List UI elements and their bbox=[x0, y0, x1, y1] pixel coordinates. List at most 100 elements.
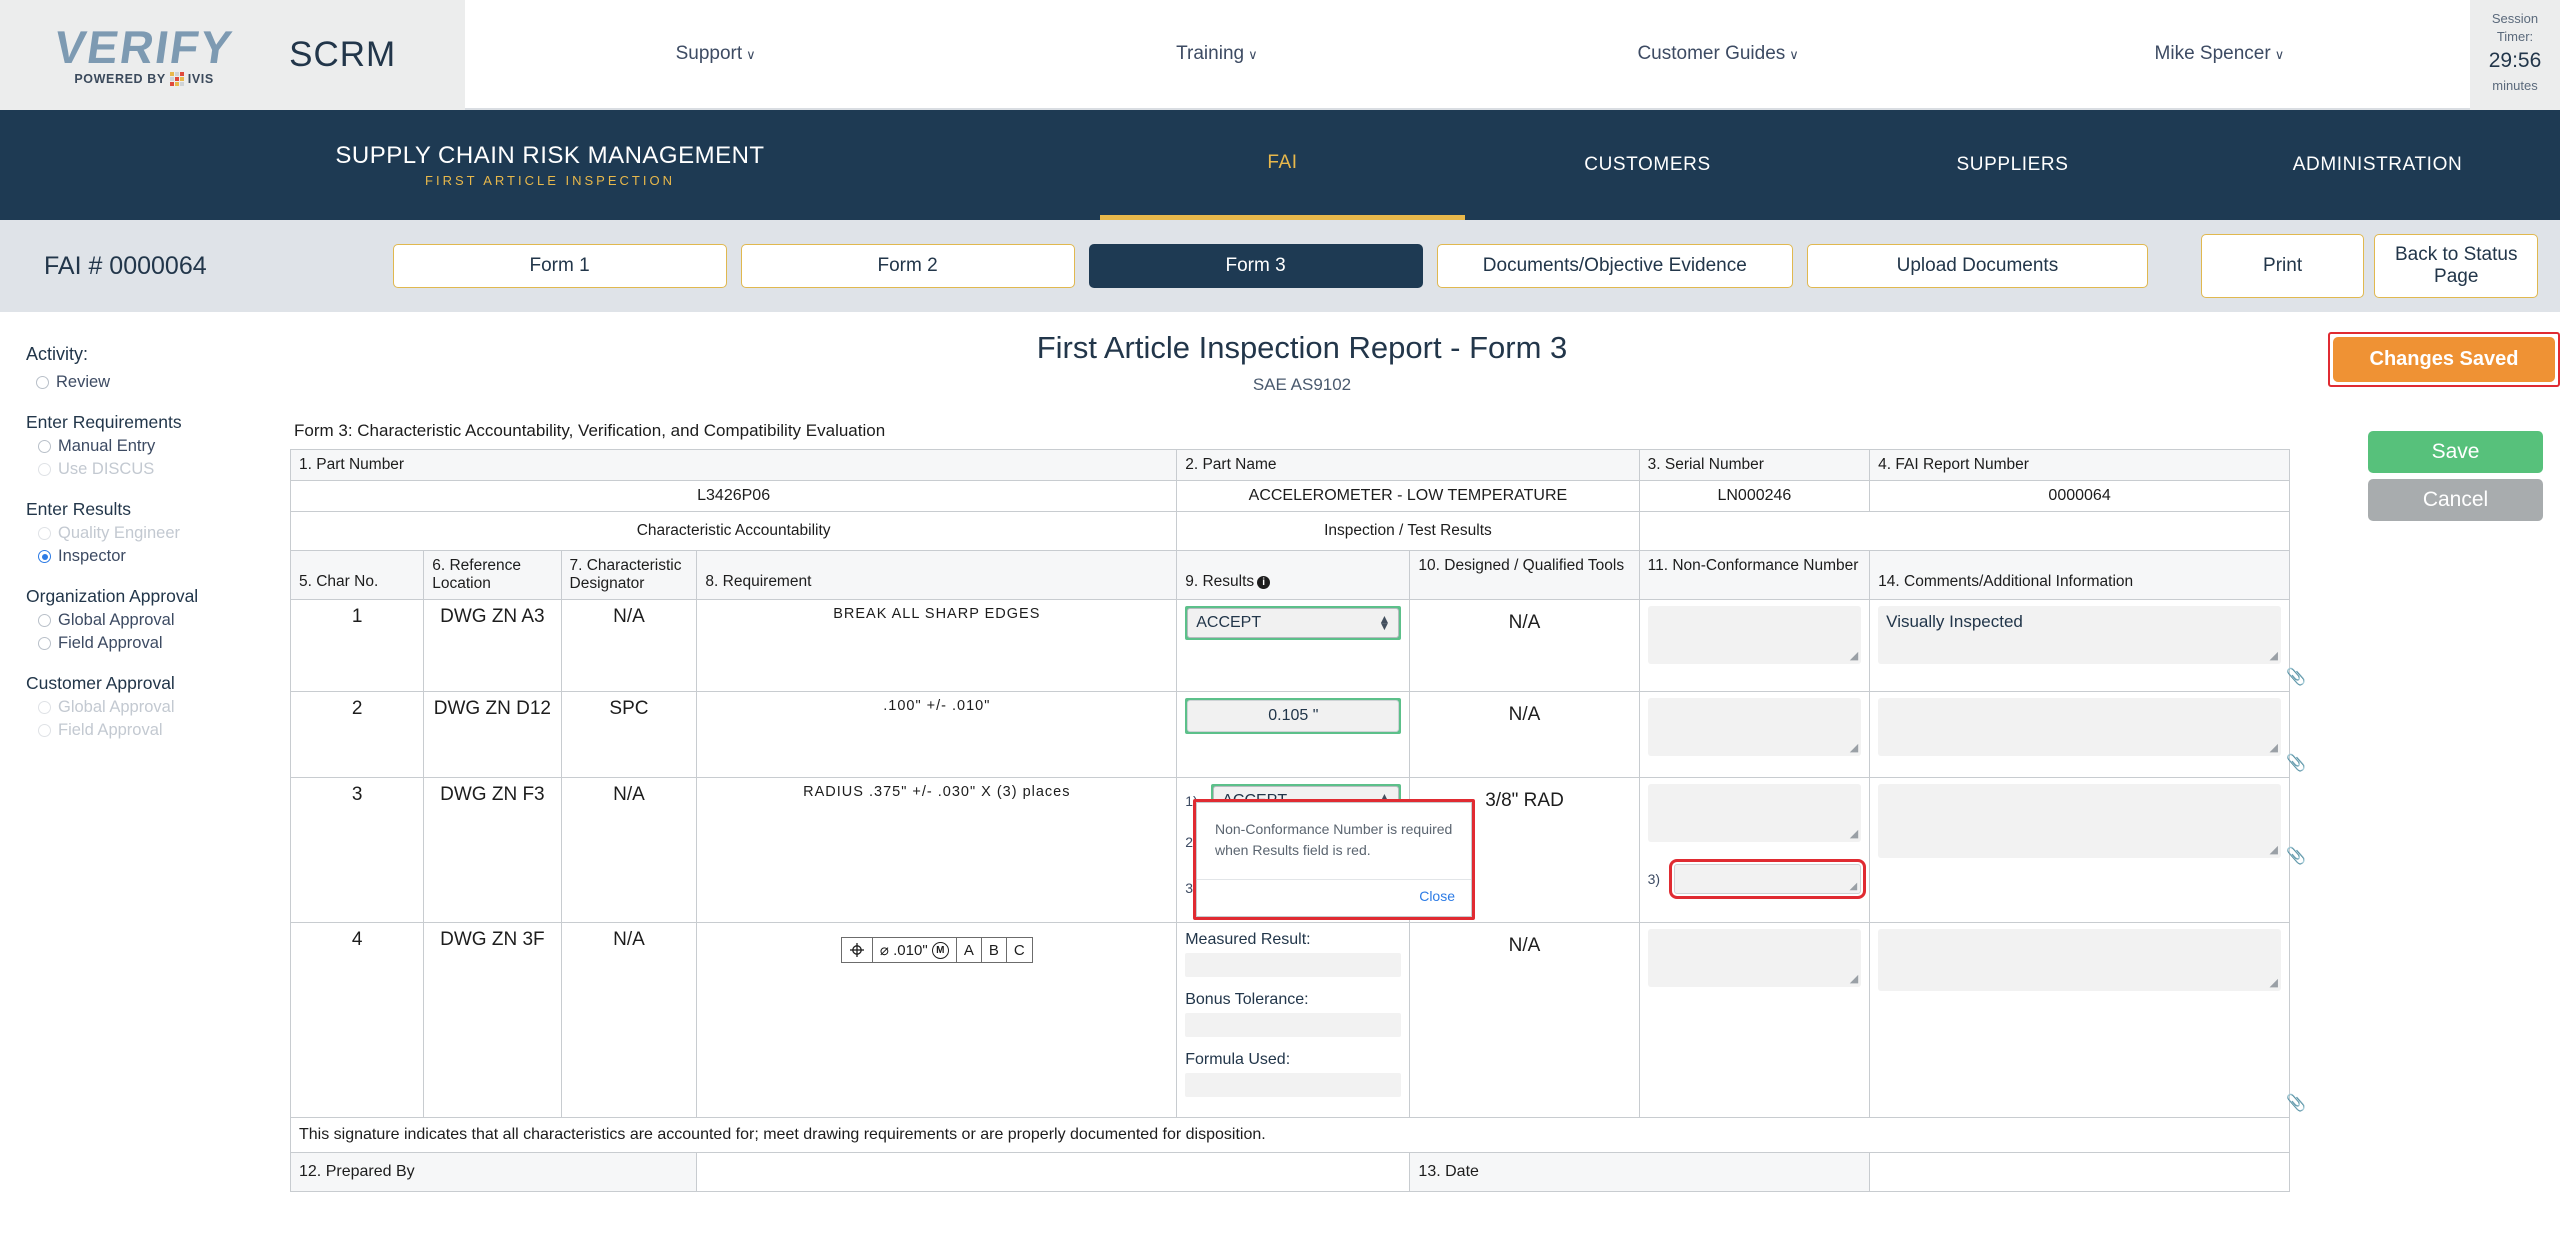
chevron-down-icon: ∨ bbox=[746, 47, 756, 62]
value-serial-number: LN000246 bbox=[1638, 480, 1871, 512]
page-title: First Article Inspection Report - Form 3 bbox=[1036, 330, 1568, 365]
comments-textarea[interactable]: ◢ bbox=[1878, 698, 2281, 756]
results-measurement-input[interactable]: 0.105 " bbox=[1187, 700, 1400, 732]
group-inspection-test-results: Inspection / Test Results bbox=[1176, 511, 1640, 551]
comments-textarea[interactable]: ◢ bbox=[1878, 784, 2281, 858]
th-prepared-by: 12. Prepared By bbox=[289, 1152, 698, 1192]
module-title-sub: FIRST ARTICLE INSPECTION bbox=[425, 173, 675, 188]
radio-circle-icon bbox=[38, 614, 51, 627]
popup-close-link[interactable]: Close bbox=[1419, 888, 1455, 904]
tab-documents-objective-evidence[interactable]: Documents/Objective Evidence bbox=[1436, 244, 1794, 288]
nav-link-fai[interactable]: FAI bbox=[1100, 110, 1465, 220]
radio-review[interactable]: Review bbox=[26, 371, 290, 394]
tab-form-3[interactable]: Form 3 bbox=[1088, 244, 1423, 288]
save-button[interactable]: Save bbox=[2368, 431, 2543, 473]
tab-form-2[interactable]: Form 2 bbox=[740, 244, 1075, 288]
tab-upload-documents[interactable]: Upload Documents bbox=[1807, 244, 2148, 288]
prepared-by-value[interactable] bbox=[696, 1152, 1411, 1192]
module-title: SUPPLY CHAIN RISK MANAGEMENT FIRST ARTIC… bbox=[0, 142, 1100, 188]
nonconformance-input[interactable]: ◢ bbox=[1668, 859, 1867, 899]
th-part-name: 2. Part Name bbox=[1176, 449, 1640, 481]
module-nav-links: FAI CUSTOMERS SUPPLIERS ADMINISTRATION bbox=[1100, 110, 2560, 220]
cell-nonconformance: ◢ bbox=[1638, 922, 1871, 1118]
radio-circle-icon bbox=[38, 637, 51, 650]
radio-org-field-approval[interactable]: Field Approval bbox=[26, 632, 290, 655]
print-button[interactable]: Print bbox=[2200, 234, 2365, 298]
ivis-grid-icon bbox=[169, 72, 184, 86]
changes-saved-button[interactable]: Changes Saved bbox=[2333, 337, 2555, 382]
attachment-icon[interactable]: 📎 bbox=[2286, 1093, 2306, 1113]
attachment-icon[interactable]: 📎 bbox=[2286, 667, 2306, 687]
topnav-item-customer-guides[interactable]: Customer Guides ∨ bbox=[1468, 43, 1969, 65]
nav-link-administration[interactable]: ADMINISTRATION bbox=[2195, 110, 2560, 220]
session-label-2: Timer: bbox=[2496, 28, 2534, 44]
topnav-item-user-menu[interactable]: Mike Spencer ∨ bbox=[1969, 43, 2470, 65]
cell-tools: N/A bbox=[1409, 922, 1640, 1118]
cell-char-no: 3 bbox=[289, 777, 425, 923]
radio-circle-icon bbox=[38, 724, 51, 737]
verify-logo[interactable]: VERIFY POWERED BY IVIS bbox=[51, 21, 237, 86]
date-value[interactable] bbox=[1869, 1152, 2290, 1192]
nonconformance-textarea[interactable]: ◢ bbox=[1647, 929, 1862, 987]
comments-text bbox=[1878, 784, 2281, 796]
th-comments: 14. Comments/Additional Information bbox=[1869, 550, 2290, 600]
group-title: Enter Results bbox=[26, 499, 132, 519]
comments-text bbox=[1878, 929, 2281, 941]
cell-comments: Visually Inspected ◢ 📎 bbox=[1869, 599, 2306, 692]
nonconformance-textarea[interactable]: ◢ bbox=[1647, 606, 1862, 664]
resize-grip-icon: ◢ bbox=[2269, 977, 2278, 989]
cell-char-no: 1 bbox=[289, 599, 425, 692]
radio-label: Field Approval bbox=[58, 721, 163, 739]
value-fai-report-number: 0000064 bbox=[1869, 480, 2290, 512]
measured-result-input[interactable] bbox=[1185, 953, 1402, 977]
form-toolbar: FAI # 0000064 Form 1 Form 2 Form 3 Docum… bbox=[0, 220, 2560, 312]
cell-ref-location: DWG ZN F3 bbox=[423, 777, 562, 923]
attachment-icon[interactable]: 📎 bbox=[2286, 846, 2306, 866]
th-ref-location: 6. Reference Location bbox=[423, 550, 562, 600]
form3-main: First Article Inspection Report - Form 3… bbox=[289, 326, 2328, 1192]
radio-circle-icon bbox=[36, 376, 49, 389]
nonconformance-textarea[interactable]: ◢ bbox=[1647, 784, 1862, 842]
formula-used-input[interactable] bbox=[1185, 1073, 1402, 1097]
results-select[interactable]: ACCEPT ▲▼ bbox=[1187, 608, 1400, 638]
comments-textarea[interactable]: ◢ bbox=[1878, 929, 2281, 991]
cell-ref-location: DWG ZN 3F bbox=[423, 922, 562, 1118]
cell-char-designator: N/A bbox=[560, 922, 698, 1118]
cell-char-designator: N/A bbox=[560, 777, 698, 923]
th-char-no: 5. Char No. bbox=[289, 550, 425, 600]
topnav-item-training[interactable]: Training ∨ bbox=[966, 43, 1467, 65]
info-icon[interactable]: i bbox=[1257, 576, 1271, 589]
group-title: Customer Approval bbox=[26, 673, 175, 693]
topnav-item-support[interactable]: Support ∨ bbox=[465, 43, 966, 65]
nonconformance-textarea[interactable]: ◢ bbox=[1647, 698, 1862, 756]
validation-popup-message: Non-Conformance Number is required when … bbox=[1215, 821, 1453, 858]
radio-circle-icon bbox=[38, 701, 51, 714]
radio-org-global-approval[interactable]: Global Approval bbox=[26, 609, 290, 632]
radio-quality-engineer: Quality Engineer bbox=[26, 522, 290, 545]
attachment-icon[interactable]: 📎 bbox=[2286, 753, 2306, 773]
tab-form-1[interactable]: Form 1 bbox=[392, 244, 727, 288]
cell-results: Measured Result: Bonus Tolerance: Formul… bbox=[1176, 922, 1411, 1118]
cell-comments: ◢ 📎 bbox=[1869, 922, 2306, 1118]
resize-grip-icon: ◢ bbox=[1849, 828, 1859, 840]
bonus-tolerance-input[interactable] bbox=[1185, 1013, 1402, 1037]
radio-circle-icon bbox=[38, 550, 51, 563]
cell-comments: ◢ 📎 bbox=[1869, 777, 2306, 923]
radio-label: Inspector bbox=[58, 547, 126, 565]
cell-ref-location: DWG ZN D12 bbox=[423, 691, 562, 778]
nav-link-suppliers[interactable]: SUPPLIERS bbox=[1830, 110, 2195, 220]
cancel-button[interactable]: Cancel bbox=[2368, 479, 2543, 521]
radio-inspector[interactable]: Inspector bbox=[26, 545, 290, 568]
comments-textarea[interactable]: Visually Inspected ◢ bbox=[1878, 606, 2281, 664]
topnav-label: Mike Spencer bbox=[2154, 43, 2271, 64]
mmc-modifier-icon: M bbox=[931, 941, 949, 959]
back-label-line2: Page bbox=[2434, 266, 2479, 287]
result-accept-wrapper: 0.105 " bbox=[1185, 698, 1402, 734]
topnav-label: Training bbox=[1176, 43, 1245, 64]
product-name: SCRM bbox=[289, 35, 397, 74]
nav-link-customers[interactable]: CUSTOMERS bbox=[1465, 110, 1830, 220]
diameter-symbol: ⌀ bbox=[879, 942, 889, 959]
back-to-status-page-button[interactable]: Back to Status Page bbox=[2374, 234, 2539, 298]
group-enter-requirements: Enter Requirements Manual Entry Use DISC… bbox=[26, 412, 290, 481]
radio-manual-entry[interactable]: Manual Entry bbox=[26, 435, 290, 458]
